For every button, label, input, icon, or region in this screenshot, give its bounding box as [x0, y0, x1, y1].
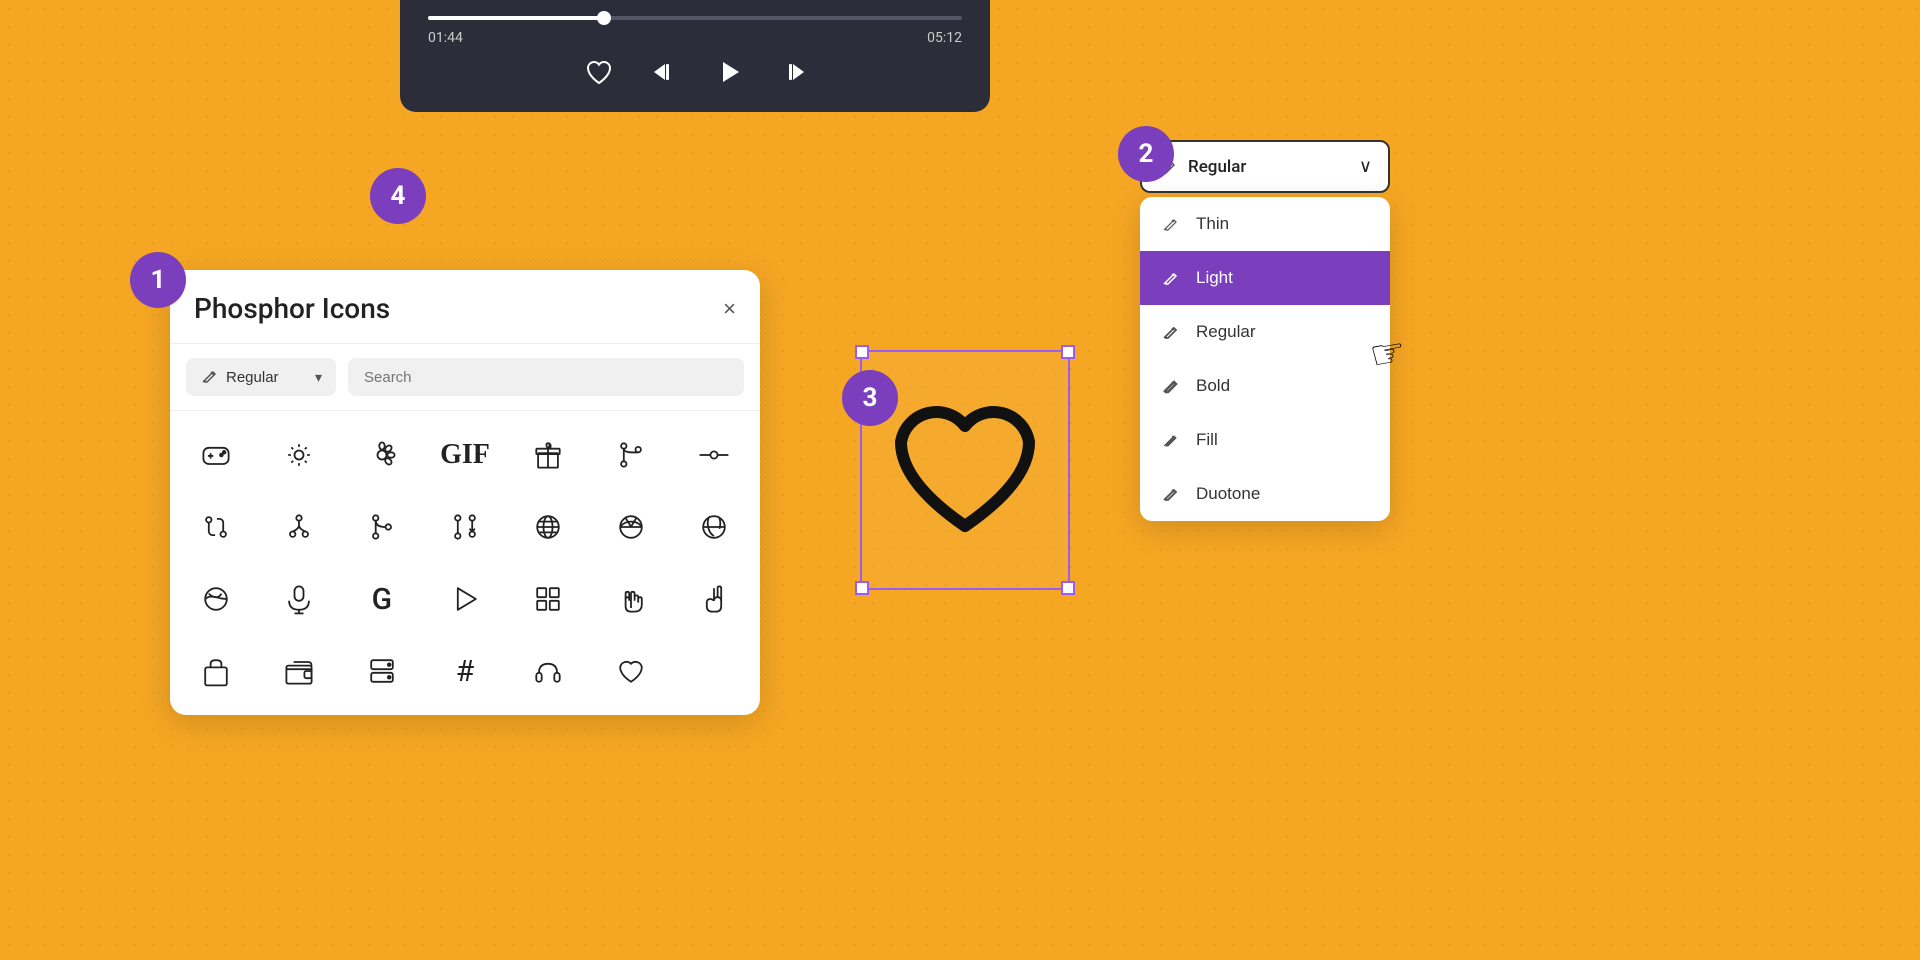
- progress-bar-container: 01:44 05:12: [428, 16, 962, 46]
- icon-bag[interactable]: [174, 635, 257, 707]
- icon-git-pull[interactable]: [423, 491, 506, 563]
- icon-play-triangle[interactable]: [423, 563, 506, 635]
- style-trigger-button[interactable]: Regular ∨: [1140, 140, 1390, 193]
- heart-button[interactable]: [583, 56, 615, 88]
- icon-globe-alt[interactable]: [590, 491, 673, 563]
- corner-handle-tr[interactable]: [1061, 345, 1075, 359]
- panel-toolbar: Regular ▾: [170, 344, 760, 411]
- icon-git-merge[interactable]: [340, 491, 423, 563]
- icon-headphones[interactable]: [507, 635, 590, 707]
- chevron-icon: ∨: [1359, 156, 1372, 177]
- style-menu-label-fill: Fill: [1196, 430, 1218, 450]
- badge-4: 4: [370, 168, 426, 224]
- icon-gamepad[interactable]: [174, 419, 257, 491]
- style-panel: Regular ∨ Thin Light Regular: [1140, 140, 1390, 521]
- progress-thumb: [597, 11, 611, 25]
- icon-globe[interactable]: [507, 491, 590, 563]
- corner-handle-bl[interactable]: [855, 581, 869, 595]
- panel-title: Phosphor Icons: [194, 292, 390, 325]
- heart-large-icon: [885, 394, 1045, 546]
- chevron-down-icon: ▾: [315, 369, 322, 386]
- hash-label: #: [456, 654, 474, 689]
- style-menu-item-bold[interactable]: Bold: [1140, 359, 1390, 413]
- icon-git-diff[interactable]: [174, 491, 257, 563]
- icon-globe-map[interactable]: [673, 491, 756, 563]
- player-controls: [428, 56, 962, 88]
- icon-gear-flower[interactable]: [340, 419, 423, 491]
- icon-git-branch[interactable]: [590, 419, 673, 491]
- icon-gear[interactable]: [257, 419, 340, 491]
- panel-header: Phosphor Icons ×: [170, 270, 760, 344]
- style-dropdown-menu: Thin Light Regular Bold: [1140, 197, 1390, 521]
- search-input[interactable]: [348, 358, 744, 396]
- icon-hand-stop[interactable]: [590, 563, 673, 635]
- icons-grid: GIF: [170, 411, 760, 715]
- corner-handle-tl[interactable]: [855, 345, 869, 359]
- style-menu-label-light: Light: [1196, 268, 1233, 288]
- style-trigger-label: Regular: [1188, 157, 1246, 177]
- icon-google[interactable]: G: [340, 563, 423, 635]
- style-dropdown-label: Regular: [226, 369, 279, 386]
- icon-heart-outline[interactable]: [590, 635, 673, 707]
- skip-back-button[interactable]: [651, 58, 679, 86]
- icon-git-fork[interactable]: [257, 491, 340, 563]
- icon-hand-pointer[interactable]: [673, 563, 756, 635]
- play-button[interactable]: [715, 58, 743, 86]
- icon-gif[interactable]: GIF: [423, 419, 506, 491]
- style-menu-label-bold: Bold: [1196, 376, 1230, 396]
- style-menu-item-regular[interactable]: Regular: [1140, 305, 1390, 359]
- icons-panel: Phosphor Icons × Regular ▾: [170, 270, 760, 715]
- icon-gift[interactable]: [507, 419, 590, 491]
- style-menu-item-thin[interactable]: Thin: [1140, 197, 1390, 251]
- progress-fill: [428, 16, 604, 20]
- gif-label: GIF: [440, 439, 490, 471]
- style-menu-label-regular: Regular: [1196, 322, 1256, 342]
- total-time: 05:12: [927, 30, 962, 46]
- close-button[interactable]: ×: [723, 298, 736, 320]
- icon-server[interactable]: [340, 635, 423, 707]
- media-player: 01:44 05:12: [400, 0, 990, 112]
- icon-globe-hemisphere[interactable]: [174, 563, 257, 635]
- time-row: 01:44 05:12: [428, 30, 962, 46]
- badge-1: 1: [130, 252, 186, 308]
- badge-2: 2: [1118, 126, 1174, 182]
- style-menu-label-thin: Thin: [1196, 214, 1229, 234]
- style-dropdown-button[interactable]: Regular ▾: [186, 358, 336, 396]
- current-time: 01:44: [428, 30, 463, 46]
- style-menu-label-duotone: Duotone: [1196, 484, 1260, 504]
- corner-handle-br[interactable]: [1061, 581, 1075, 595]
- style-menu-item-light[interactable]: Light: [1140, 251, 1390, 305]
- skip-forward-button[interactable]: [779, 58, 807, 86]
- style-menu-item-fill[interactable]: Fill: [1140, 413, 1390, 467]
- google-g-label: G: [372, 582, 392, 617]
- icon-git-commit[interactable]: [673, 419, 756, 491]
- icon-grid[interactable]: [507, 563, 590, 635]
- progress-track[interactable]: [428, 16, 962, 20]
- style-menu-item-duotone[interactable]: Duotone: [1140, 467, 1390, 521]
- icon-hash[interactable]: #: [423, 635, 506, 707]
- badge-3: 3: [842, 370, 898, 426]
- icon-microphone[interactable]: [257, 563, 340, 635]
- icon-wallet[interactable]: [257, 635, 340, 707]
